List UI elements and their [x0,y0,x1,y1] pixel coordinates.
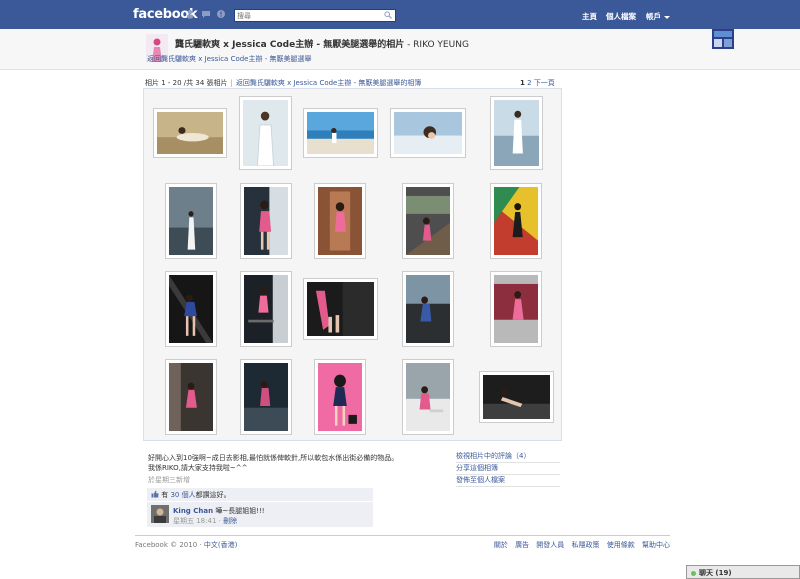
nav-account-menu[interactable]: 帳戶 [646,11,670,22]
photo-thumbnail[interactable] [239,96,292,170]
comment-author[interactable]: King Chan [173,507,213,515]
photo-count: 相片 1 - 20 /共 34 張相片 [145,79,228,87]
nav-profile-link[interactable]: 個人檔案 [606,11,636,22]
photo-thumbnail[interactable] [402,359,454,435]
footer-link-about[interactable]: 關於 [494,541,508,549]
photo-thumbnail[interactable] [165,359,217,435]
top-bar: facebook 主頁 個人檔案 帳戶 [0,0,800,30]
footer-link-privacy[interactable]: 私隱政策 [572,541,600,549]
likes-count-link[interactable]: 30 個人 [170,491,195,499]
search-box [234,9,396,22]
photo-thumbnail[interactable] [402,271,454,347]
posted-time: 於星期三新增 [148,476,190,484]
avatar[interactable] [151,505,169,523]
album-title-text: 龔氏驪軟爽 x Jessica Code主辦 - 無厭美腿選舉的相片 [175,40,405,50]
comment-item: King Chan 嘩~長腿姐姐!!! 星期五 18:41 · 刪除 [147,502,373,527]
pager-page-2[interactable]: 2 [527,79,531,87]
album-title-suffix: - RIKO YEUNG [404,40,469,50]
photo-thumbnail[interactable] [402,183,454,259]
view-comments-link[interactable]: 檢視相片中的評論（4） [456,451,560,463]
photo-thumbnail[interactable] [240,183,292,259]
photo-thumbnail[interactable] [153,108,227,158]
photo-thumbnail[interactable] [314,359,366,435]
messages-icon[interactable] [201,9,211,19]
online-status-icon [691,570,696,576]
separator: | [230,79,233,87]
photo-thumbnail[interactable] [240,359,292,435]
photo-thumbnail[interactable] [240,271,292,347]
photo-thumbnail[interactable] [165,271,217,347]
likes-prefix: 有 [161,491,169,499]
post-to-profile-link[interactable]: 發佈至個人檔案 [456,475,560,487]
footer-link-developers[interactable]: 開發人員 [536,541,564,549]
comment-time: 星期五 18:41 [173,517,217,525]
search-input[interactable] [237,10,377,21]
likes-bar: 有 30 個人都讚這好。 [147,488,373,501]
album-title: 龔氏驪軟爽 x Jessica Code主辦 - 無厭美腿選舉的相片 - RIK… [175,37,469,50]
footer-link-help[interactable]: 幫助中心 [642,541,670,549]
footer-links: 關於 廣告 開發人員 私隱政策 使用條款 幫助中心 [489,540,670,550]
back-to-album-link[interactable]: 返回龔氏驪軟爽 x Jessica Code主辦 - 無厭美腿選舉 [147,54,311,64]
album-info: 相片 1 - 20 /共 34 張相片 | 返回龔氏驪軟爽 x Jessica Co… [145,78,421,88]
friend-requests-icon[interactable] [186,9,196,19]
comment-body: King Chan 嘩~長腿姐姐!!! [173,506,265,516]
chat-bar[interactable]: 聊天 (19) [686,565,800,579]
nav-account-label: 帳戶 [646,12,661,21]
album-link[interactable]: 返回龔氏驪軟爽 x Jessica Code主辦 - 無厭美腿選舉的相簿 [236,79,421,87]
photo-thumbnail[interactable] [490,96,543,170]
footer: Facebook © 2010 · 中文(香港) 關於 廣告 開發人員 私隱政策… [135,535,670,550]
photo-thumbnail[interactable] [479,371,554,423]
likes-suffix: 都讚這好。 [195,491,231,499]
photo-thumbnail[interactable] [390,108,466,158]
footer-link-terms[interactable]: 使用條款 [607,541,635,549]
search-icon[interactable] [384,11,392,21]
photo-thumbnail[interactable] [314,183,366,259]
share-album-link[interactable]: 分享這個相簿 [456,463,560,475]
footer-link-ads[interactable]: 廣告 [515,541,529,549]
notifications-icon[interactable] [216,9,226,19]
comment-meta: 星期五 18:41 · 刪除 [173,517,238,525]
pager-next[interactable]: 下一頁 [534,79,555,87]
pager: 1 2 下一頁 [520,78,555,88]
comment-text: 嘩~長腿姐姐!!! [215,507,265,515]
comment-delete-link[interactable]: 刪除 [223,517,237,525]
caption-line-1: 好開心入到10強啊~成日去影相,最怕就係俾軟針,所以軟包水係出街必備的物品。 [148,454,399,462]
copyright: Facebook © 2010 [135,541,198,549]
pager-current: 1 [520,79,525,87]
chat-label: 聊天 (19) [699,569,732,577]
photo-thumbnail[interactable] [303,108,378,158]
photo-thumbnail[interactable] [303,278,378,340]
caption-line-2: 我係RIKO,請大家支持我啦~^^ [148,464,248,472]
thumbs-up-icon [151,490,159,500]
chevron-down-icon [664,15,670,19]
nav-home-link[interactable]: 主頁 [582,11,597,22]
language-link[interactable]: 中文(香港) [204,541,237,549]
album-actions: 檢視相片中的評論（4） 分享這個相簿 發佈至個人檔案 [456,451,560,487]
photo-thumbnail[interactable] [490,183,542,259]
page-logo-thumbnail[interactable] [712,29,734,49]
photo-grid [143,88,562,441]
photo-thumbnail[interactable] [165,183,217,259]
photo-caption: 好開心入到10強啊~成日去影相,最怕就係俾軟針,所以軟包水係出街必備的物品。 我… [148,453,438,473]
photo-thumbnail[interactable] [490,271,542,347]
